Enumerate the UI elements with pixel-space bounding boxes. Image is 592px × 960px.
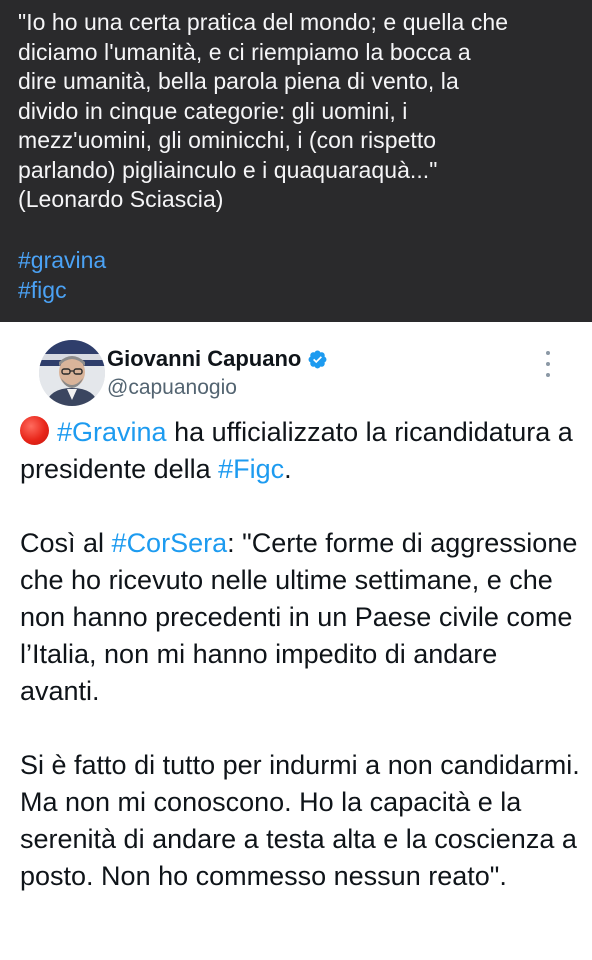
author-name[interactable]: Giovanni Capuano <box>107 345 301 373</box>
hashtag-figc-link[interactable]: #figc <box>18 275 574 305</box>
tweet-text: #Gravina ha ufficializzato la ricandidat… <box>20 414 580 895</box>
red-circle-icon <box>20 416 49 445</box>
tweet-text-segment: . <box>284 454 292 484</box>
avatar[interactable] <box>39 340 105 406</box>
hashtag-corsera-link[interactable]: #CorSera <box>112 528 228 558</box>
quote-post: "Io ho una certa pratica del mondo; e qu… <box>0 0 592 322</box>
hashtag-gravina-link[interactable]: #Gravina <box>57 417 167 447</box>
hashtag-gravina-link[interactable]: #gravina <box>18 245 574 275</box>
tweet-header: Giovanni Capuano @capuanogio <box>20 322 572 408</box>
tweet-text-segment: Si è fatto di tutto per indurmi a non ca… <box>20 750 580 891</box>
quote-text: "Io ho una certa pratica del mondo; e qu… <box>18 9 509 212</box>
tweet-paragraph-3: Si è fatto di tutto per indurmi a non ca… <box>20 747 580 895</box>
tweet-paragraph-1: #Gravina ha ufficializzato la ricandidat… <box>20 414 580 488</box>
verified-badge-icon <box>307 349 328 370</box>
quote-hashtag-list: #gravina #figc <box>18 245 574 305</box>
avatar-photo <box>39 340 105 406</box>
hashtag-figc-link[interactable]: #Figc <box>218 454 284 484</box>
author-handle[interactable]: @capuanogio <box>107 374 328 402</box>
name-row: Giovanni Capuano <box>107 345 328 373</box>
more-vertical-icon[interactable] <box>538 348 558 380</box>
tweet-text-segment: Così al <box>20 528 112 558</box>
author-meta: Giovanni Capuano @capuanogio <box>107 345 328 402</box>
tweet-paragraph-2: Così al #CorSera: "Certe forme di aggres… <box>20 525 580 710</box>
tweet-card: Giovanni Capuano @capuanogio #Gravina ha… <box>0 322 592 960</box>
